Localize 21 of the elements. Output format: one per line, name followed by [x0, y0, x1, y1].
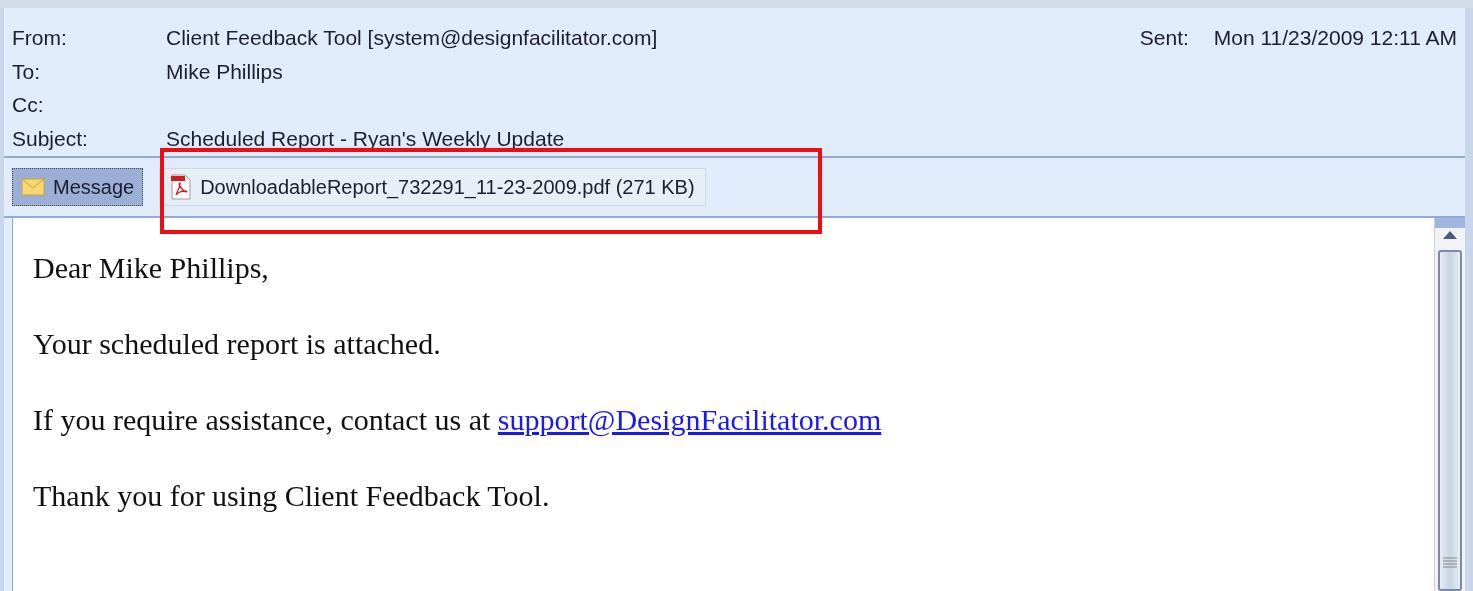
field-value: Mike Phillips — [166, 59, 283, 85]
field-value: Scheduled Report - Ryan's Weekly Update — [166, 126, 565, 152]
envelope-icon — [21, 178, 45, 196]
scrollbar[interactable] — [1434, 218, 1465, 591]
field-label: From: — [12, 26, 68, 51]
field-label: Cc: — [12, 93, 45, 118]
body-paragraph: If you require assistance, contact us at support@DesignFacilitator.com — [33, 402, 883, 438]
field-value: Mon 11/23/2009 12:11 AM — [1213, 26, 1457, 49]
body-paragraph: Your scheduled report is attached. — [33, 326, 442, 362]
splitter-handle[interactable] — [1435, 218, 1465, 228]
message-tab[interactable]: Message — [12, 168, 144, 206]
attachment-tab[interactable]: DownloadableReport_732291_11-23-2009.pdf (271 KB) — [159, 168, 706, 206]
pdf-file-icon — [170, 174, 193, 200]
field-label: Sent: — [1139, 26, 1190, 50]
body-paragraph: Thank you for using Client Feedback Tool. — [33, 478, 551, 514]
field-label: To: — [12, 59, 41, 85]
field-value: Client Feedback Tool [system@designfacilitator.com] — [166, 26, 658, 51]
field-label: Subject: — [12, 126, 89, 152]
body-paragraph: Dear Mike Phillips, — [33, 250, 270, 286]
scroll-thumb[interactable] — [1438, 250, 1462, 591]
email-link[interactable]: support@DesignFacilitator.com — [497, 403, 882, 436]
